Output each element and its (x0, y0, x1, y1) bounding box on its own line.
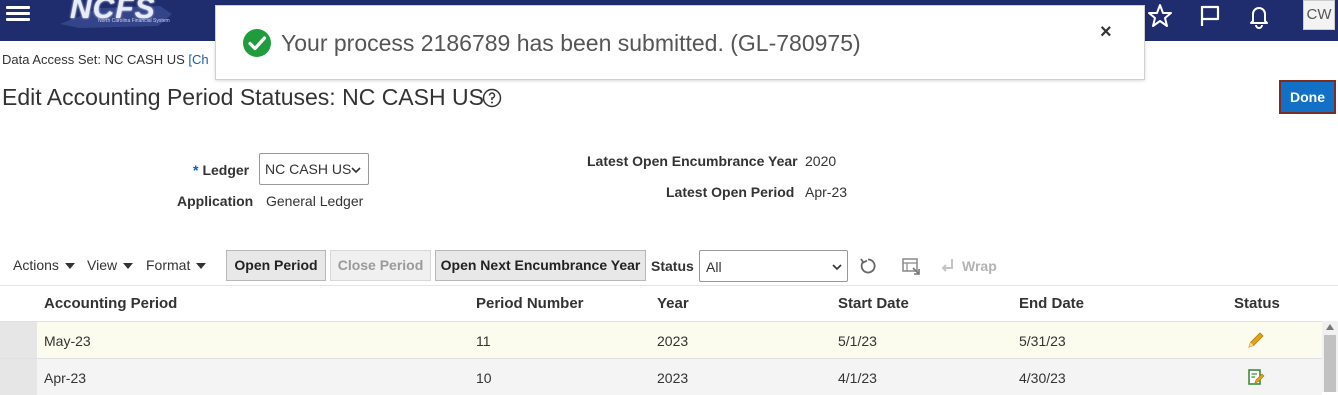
chevron-down-icon (351, 167, 361, 174)
pencil-icon[interactable] (1246, 330, 1266, 350)
table-header: Accounting Period Period Number Year Sta… (0, 285, 1338, 321)
column-header-year[interactable]: Year (657, 295, 689, 312)
latest-open-encumbrance-year-label: Latest Open Encumbrance Year (587, 153, 798, 169)
column-header-start-date[interactable]: Start Date (838, 295, 909, 312)
cell-period-number: 10 (476, 370, 492, 386)
view-menu[interactable]: View (87, 257, 134, 273)
ledger-select-value: NC CASH US (265, 161, 352, 177)
ledger-select[interactable]: NC CASH US (259, 153, 369, 185)
row-selector[interactable] (0, 359, 37, 395)
table-row[interactable]: May-23 11 2023 5/1/23 5/31/23 (0, 321, 1322, 358)
scrollbar-thumb[interactable] (1324, 335, 1336, 392)
open-next-encumbrance-year-button[interactable]: Open Next Encumbrance Year (435, 250, 646, 281)
cell-period-number: 11 (476, 333, 491, 349)
wrap-label[interactable]: Wrap (962, 258, 997, 274)
format-menu-label: Format (146, 257, 191, 273)
edit-document-icon[interactable] (1246, 367, 1266, 387)
latest-open-period-label: Latest Open Period (666, 184, 795, 200)
done-button[interactable]: Done (1279, 80, 1336, 114)
dropdown-triangle-icon (196, 263, 207, 270)
cell-accounting-period: May-23 (44, 333, 91, 349)
ncfs-logo[interactable]: NCFS North Carolina Financial System (40, 0, 176, 30)
required-indicator: * (193, 162, 199, 178)
latest-open-encumbrance-year-value: 2020 (805, 153, 837, 169)
cell-end-date: 5/31/23 (1019, 333, 1066, 349)
logo-subtext: North Carolina Financial System (98, 18, 170, 24)
column-header-period-number[interactable]: Period Number (476, 295, 584, 312)
status-filter-label: Status (651, 258, 694, 274)
refresh-icon[interactable] (858, 256, 878, 276)
dropdown-triangle-icon (123, 263, 134, 270)
close-toast-button[interactable]: × (1100, 21, 1112, 44)
status-filter-value: All (706, 259, 722, 275)
table-row[interactable]: Apr-23 10 2023 4/1/23 4/30/23 (0, 358, 1322, 395)
format-menu[interactable]: Format (146, 257, 207, 273)
user-avatar[interactable]: CW (1303, 0, 1335, 30)
latest-open-period-value: Apr-23 (805, 184, 848, 200)
help-icon[interactable] (482, 88, 502, 108)
confirmation-toast: Your process 2186789 has been submitted.… (215, 5, 1145, 80)
accounting-periods-table: Accounting Period Period Number Year Sta… (0, 285, 1338, 395)
page-title: Edit Accounting Period Statuses: NC CASH… (2, 84, 484, 110)
toast-message: Your process 2186789 has been submitted.… (281, 30, 861, 56)
column-header-accounting-period[interactable]: Accounting Period (44, 295, 177, 312)
table-scrollbar[interactable] (1322, 321, 1338, 392)
column-header-status[interactable]: Status (1234, 295, 1280, 312)
ledger-label-text: Ledger (202, 162, 250, 178)
application-value: General Ledger (266, 193, 364, 209)
scroll-up-arrow-icon[interactable] (1326, 324, 1334, 330)
column-header-end-date[interactable]: End Date (1019, 295, 1084, 312)
notifications-bell-icon[interactable] (1245, 2, 1273, 30)
view-menu-label: View (87, 257, 118, 273)
chevron-down-icon (832, 264, 842, 271)
status-filter-select[interactable]: All (699, 250, 848, 282)
actions-menu[interactable]: Actions (13, 257, 75, 273)
data-access-set: Data Access Set: NC CASH US [Ch (2, 52, 209, 67)
ledger-label: * Ledger (193, 162, 249, 178)
cell-accounting-period: Apr-23 (44, 370, 87, 386)
menu-icon[interactable] (6, 4, 30, 28)
application-label: Application (177, 193, 254, 209)
cell-start-date: 5/1/23 (838, 333, 877, 349)
actions-menu-label: Actions (13, 257, 59, 273)
cell-end-date: 4/30/23 (1019, 370, 1066, 386)
open-period-button[interactable]: Open Period (226, 250, 326, 281)
success-check-icon (243, 29, 271, 57)
cell-year: 2023 (657, 370, 689, 386)
detach-table-icon[interactable] (901, 256, 921, 276)
change-data-access-link[interactable]: [Ch (188, 52, 208, 67)
flag-icon[interactable] (1196, 2, 1224, 30)
data-access-set-label: Data Access Set: NC CASH US (2, 52, 185, 67)
favorites-star-icon[interactable] (1146, 2, 1174, 30)
row-selector[interactable] (0, 322, 37, 358)
cell-year: 2023 (657, 333, 689, 349)
wrap-icon[interactable] (938, 256, 958, 276)
cell-start-date: 4/1/23 (838, 370, 877, 386)
close-period-button[interactable]: Close Period (330, 250, 431, 281)
dropdown-triangle-icon (64, 263, 75, 270)
